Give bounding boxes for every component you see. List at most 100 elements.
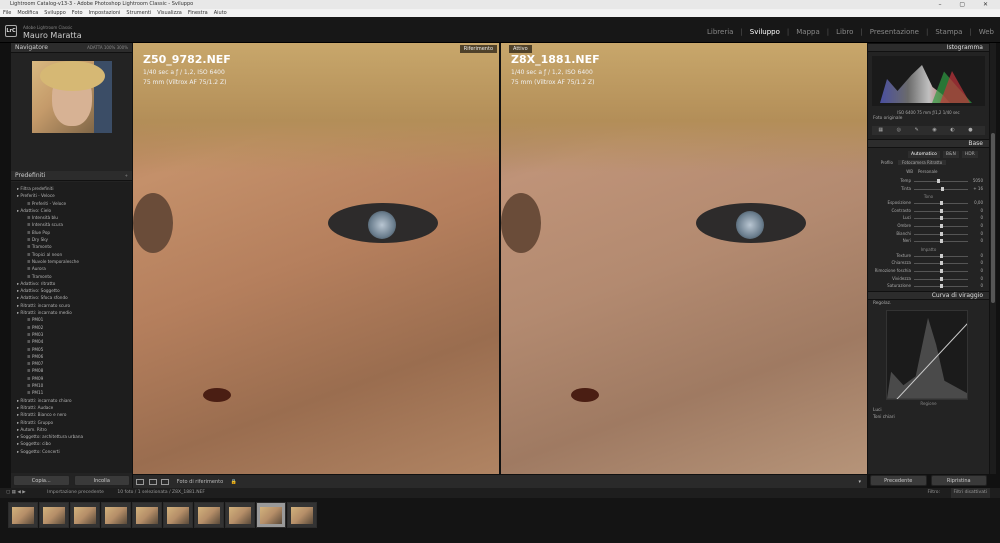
slider-value[interactable]: 0 xyxy=(980,283,983,288)
preset-item[interactable]: ▸ Ritratti: incarnato scuro xyxy=(17,302,132,309)
preset-item[interactable]: ▸ Ritratti: incarnato chiaro xyxy=(17,397,132,404)
preset-item[interactable]: ▸ Ritratti: Bianco e nero xyxy=(17,411,132,418)
preset-item[interactable]: ▸ Soggetto: architettura urbana xyxy=(17,433,132,440)
slider-value[interactable]: 0 xyxy=(980,208,983,213)
preset-item[interactable]: ▸ Autom. Ritro xyxy=(17,426,132,433)
slider-knob[interactable] xyxy=(940,231,943,236)
slider-row[interactable]: Bianchi 0 xyxy=(868,231,989,239)
histogram-header[interactable]: Istogramma xyxy=(868,43,989,52)
module-6[interactable]: Web xyxy=(979,28,994,36)
histogram[interactable] xyxy=(872,56,985,106)
slider-knob[interactable] xyxy=(940,268,943,273)
preset-item[interactable]: ≡ Preferiti - Veloce xyxy=(17,200,132,207)
slider-row[interactable]: Temp 5050 xyxy=(868,178,989,186)
tone-curve-graph[interactable] xyxy=(886,309,968,400)
slider-row[interactable]: Tinta + 16 xyxy=(868,186,989,194)
preset-item[interactable]: ≡ PM08 xyxy=(17,367,132,374)
slider-value[interactable]: 0,00 xyxy=(974,200,983,205)
slider-value[interactable]: 0 xyxy=(980,223,983,228)
slider-row[interactable]: Rimozione foschia 0 xyxy=(868,268,989,276)
preset-item[interactable]: ≡ PM11 xyxy=(17,389,132,396)
reset-button[interactable]: Ripristina xyxy=(930,475,987,486)
preset-item[interactable]: ≡ PM02 xyxy=(17,324,132,331)
profile-value[interactable]: Fotocamera Ritratto xyxy=(898,160,947,165)
active-photo[interactable]: Z8X_1881.NEF 1/40 sec a ƒ / 1,2, ISO 640… xyxy=(501,43,867,474)
preset-item[interactable]: ≡ Tramonto xyxy=(17,273,132,280)
module-4[interactable]: Presentazione xyxy=(870,28,919,36)
treatment-button[interactable]: Automatico xyxy=(908,151,940,158)
filmstrip-thumbnail[interactable] xyxy=(39,502,69,528)
preset-item[interactable]: ≡ Tramonto xyxy=(17,243,132,250)
preset-item[interactable]: ≡ Nuvole temporalesche xyxy=(17,258,132,265)
previous-import[interactable]: Importazione precedente xyxy=(47,490,104,495)
wb-value[interactable]: Personale xyxy=(918,169,937,174)
preset-item[interactable]: ▸ Preferiti - Veloce xyxy=(17,192,132,199)
preset-item[interactable]: ≡ Intensità scura xyxy=(17,221,132,228)
module-5[interactable]: Stampa xyxy=(935,28,962,36)
preset-item[interactable]: ▸ Adattivo: ritratto xyxy=(17,280,132,287)
presets-header[interactable]: Predefiniti + xyxy=(11,171,132,181)
user-name[interactable]: Mauro Maratta xyxy=(23,31,82,40)
slider-knob[interactable] xyxy=(940,201,943,206)
menu-item-0[interactable]: File xyxy=(3,10,11,16)
module-2[interactable]: Mappa xyxy=(796,28,820,36)
filmstrip-thumbnail[interactable] xyxy=(194,502,224,528)
menu-item-5[interactable]: Strumenti xyxy=(126,10,151,16)
reference-view-icon[interactable] xyxy=(161,478,170,485)
right-scrollbar[interactable] xyxy=(990,43,996,474)
preset-item[interactable]: ▸ Ritratti: Gruppo xyxy=(17,419,132,426)
menu-item-7[interactable]: Finestra xyxy=(188,10,208,16)
preset-item[interactable]: ≡ PM10 xyxy=(17,382,132,389)
slider-knob[interactable] xyxy=(940,284,943,289)
slider-knob[interactable] xyxy=(940,216,943,221)
menu-item-8[interactable]: Aiuto xyxy=(214,10,227,16)
menu-item-1[interactable]: Modifica xyxy=(17,10,38,16)
filmstrip-thumbnail[interactable] xyxy=(101,502,131,528)
preset-item[interactable]: ▸ Adattivo: Cielo xyxy=(17,207,132,214)
navigator-header[interactable]: Navigatore ADATTA 100% 300% xyxy=(11,43,132,53)
preset-item[interactable]: ≡ PM03 xyxy=(17,331,132,338)
filmstrip-thumbnail[interactable] xyxy=(225,502,255,528)
preset-item[interactable]: ≡ PM09 xyxy=(17,375,132,382)
preset-item[interactable]: ≡ PM05 xyxy=(17,346,132,353)
preset-item[interactable]: ▸ Adattivo: Soggetto xyxy=(17,287,132,294)
slider-knob[interactable] xyxy=(940,223,943,228)
treatment-button[interactable]: HDR xyxy=(961,151,978,158)
slider-knob[interactable] xyxy=(937,179,941,183)
preset-item[interactable]: ≡ Aurora xyxy=(17,265,132,272)
slider-knob[interactable] xyxy=(940,253,943,258)
menu-item-6[interactable]: Visualizza xyxy=(157,10,182,16)
copy-button[interactable]: Copia... xyxy=(13,475,70,486)
filmstrip-thumbnail[interactable] xyxy=(163,502,193,528)
slider-value[interactable]: 0 xyxy=(980,260,983,265)
treatment-button[interactable]: B&N xyxy=(942,151,959,158)
menu-item-2[interactable]: Sviluppo xyxy=(44,10,66,16)
tool-strip[interactable]: ▦ ◎ ✎ ◉ ◐ ● xyxy=(872,126,985,135)
slider-row[interactable]: Saturazione 0 xyxy=(868,283,989,291)
paste-button[interactable]: Incolla xyxy=(73,475,130,486)
slider-row[interactable]: Neri 0 xyxy=(868,238,989,246)
preset-item[interactable]: ▸ Ritratti: Audace xyxy=(17,404,132,411)
original-photo-checkbox[interactable]: Foto originale xyxy=(868,115,989,122)
slider-value[interactable]: 5050 xyxy=(973,178,983,183)
zoom-options[interactable]: ADATTA 100% 300% xyxy=(87,43,128,53)
module-0[interactable]: Libreria xyxy=(707,28,733,36)
slider-row[interactable]: Vividezza 0 xyxy=(868,276,989,284)
preset-item[interactable]: ≡ PM04 xyxy=(17,338,132,345)
slider-row[interactable]: Chiarezza 0 xyxy=(868,260,989,268)
slider-value[interactable]: 0 xyxy=(980,276,983,281)
window-controls[interactable]: – ▢ ✕ xyxy=(938,0,996,9)
slider-row[interactable]: Contrasto 0 xyxy=(868,208,989,216)
slider-row[interactable]: Luci 0 xyxy=(868,215,989,223)
preset-item[interactable]: ▸ Soggetto: cibo xyxy=(17,440,132,447)
slider-knob[interactable] xyxy=(940,276,943,281)
slider-value[interactable]: 0 xyxy=(980,231,983,236)
filmstrip-thumbnail[interactable] xyxy=(132,502,162,528)
preset-item[interactable]: ≡ PM01 xyxy=(17,316,132,323)
grid-icons[interactable]: ▢ ▦ ◀ ▶ xyxy=(6,490,26,495)
profile-row[interactable]: Profilo Fotocamera Ritratto xyxy=(868,160,989,169)
slider-value[interactable]: 0 xyxy=(980,253,983,258)
loupe-view-icon[interactable] xyxy=(136,478,144,485)
filmstrip-thumbnail[interactable] xyxy=(287,502,317,528)
module-3[interactable]: Libro xyxy=(836,28,853,36)
